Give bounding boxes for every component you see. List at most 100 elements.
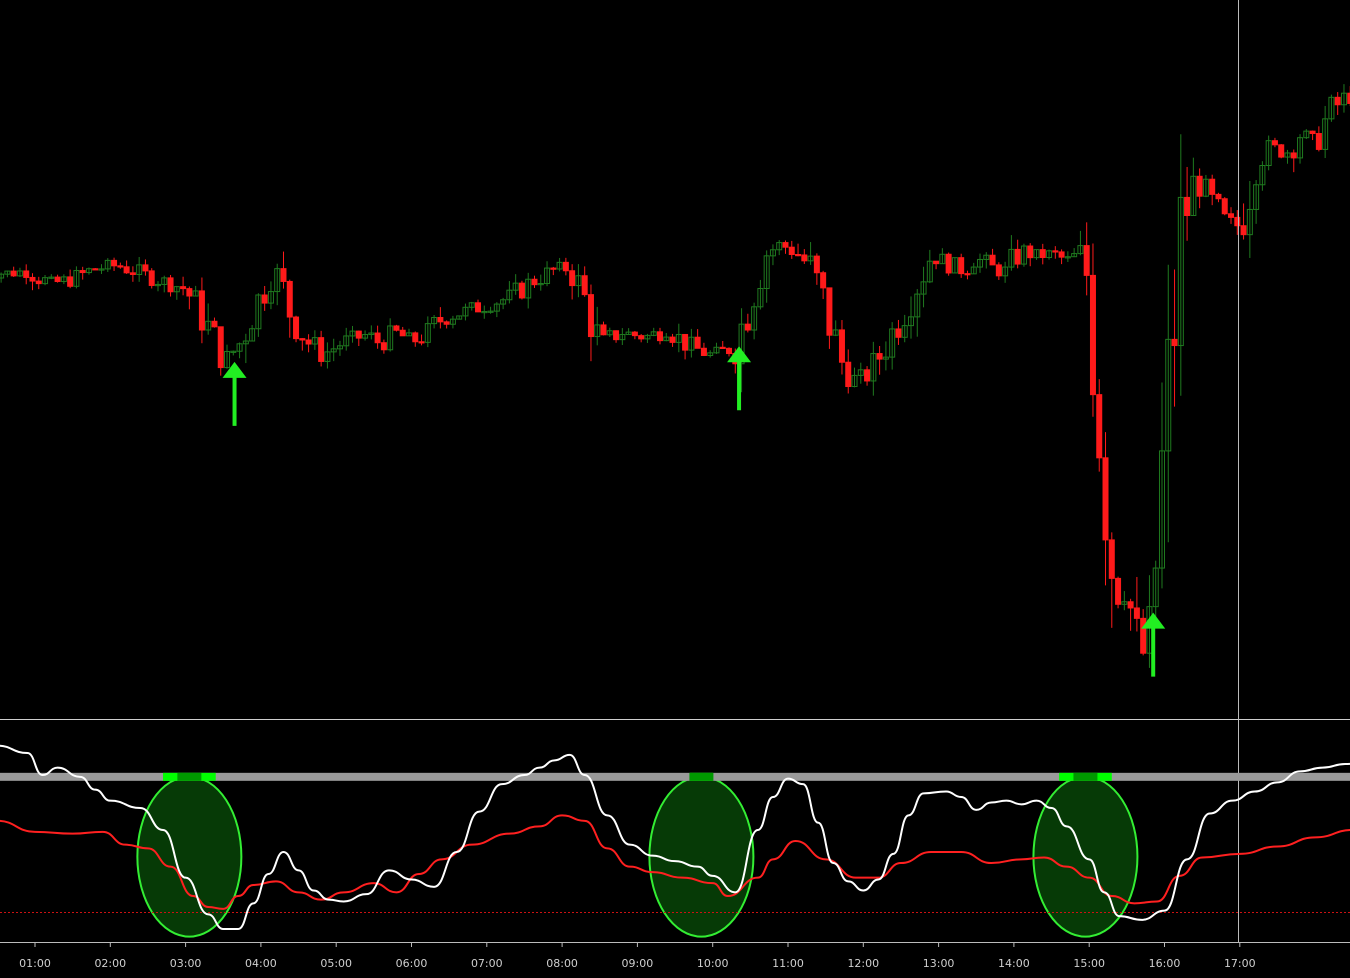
candle-body xyxy=(475,302,482,313)
candle-body xyxy=(1215,193,1222,200)
chart-canvas: 01:00 02:00 03:00 04:00 05:00 06:00 07:00 08:00… xyxy=(0,0,1350,974)
candle-body xyxy=(198,290,205,331)
candle xyxy=(293,315,300,343)
candle-body xyxy=(111,259,118,267)
candle-body xyxy=(1133,607,1140,619)
candle-body xyxy=(1140,617,1147,654)
axis-tick-label: 06:00 xyxy=(396,957,428,970)
candle-body xyxy=(933,260,940,265)
candle xyxy=(148,268,155,289)
axis-tick-label: 12:00 xyxy=(847,957,879,970)
candle-body xyxy=(945,253,952,274)
candle-body xyxy=(1058,251,1065,258)
candle-body xyxy=(92,268,99,271)
candle-body xyxy=(437,316,444,323)
candle-body xyxy=(562,261,569,272)
candle-body xyxy=(694,336,701,349)
candle-body xyxy=(54,276,61,283)
axis-tick-label: 09:00 xyxy=(622,957,654,970)
candle-body xyxy=(1184,196,1191,217)
candle-body xyxy=(995,264,1002,277)
candle-body xyxy=(286,280,293,318)
candle-body xyxy=(838,329,845,363)
axis-tick-label: 04:00 xyxy=(245,957,277,970)
candle-body xyxy=(744,323,751,331)
candle-body xyxy=(1108,539,1115,579)
candle-body xyxy=(180,286,187,290)
band-signal-core xyxy=(689,772,714,781)
candle-body xyxy=(299,338,306,341)
candle-body xyxy=(318,337,325,362)
band-signal-core xyxy=(1073,772,1098,781)
candle-body xyxy=(782,242,789,248)
candle xyxy=(1115,576,1122,609)
candle-body xyxy=(989,254,996,266)
candle-body xyxy=(682,333,689,351)
candle-body xyxy=(380,342,387,351)
candle-body xyxy=(412,332,419,343)
candle-body xyxy=(67,276,74,287)
candle-body xyxy=(293,316,300,340)
candle-body xyxy=(531,278,538,286)
candle-body xyxy=(587,294,594,338)
candle xyxy=(92,267,99,271)
axis-tick-label: 01:00 xyxy=(19,957,51,970)
candle-body xyxy=(1309,130,1316,135)
candle-body xyxy=(876,353,883,360)
candle xyxy=(1221,197,1228,216)
candle-body xyxy=(719,346,726,349)
axis-tick-label: 17:00 xyxy=(1224,957,1256,970)
axis-tick-label: 10:00 xyxy=(697,957,729,970)
candle-body xyxy=(117,265,124,268)
candle-body xyxy=(186,288,193,297)
candle-body xyxy=(1271,140,1278,146)
candle-body xyxy=(1027,245,1034,259)
candle xyxy=(518,280,525,300)
candle-body xyxy=(129,272,136,276)
candle-body xyxy=(1315,133,1322,150)
candle-body xyxy=(845,361,852,388)
candle-body xyxy=(813,255,820,274)
candle-body xyxy=(631,331,638,337)
candle-body xyxy=(656,331,663,342)
candle-body xyxy=(826,287,833,336)
candle-body xyxy=(518,282,525,299)
candle-body xyxy=(123,266,130,274)
candle-body xyxy=(669,336,676,343)
candle-body xyxy=(569,270,576,287)
candle-body xyxy=(1127,601,1134,609)
candle-body xyxy=(443,321,450,325)
candle-body xyxy=(79,270,86,274)
candle-body xyxy=(1196,175,1203,197)
candle-body xyxy=(1102,457,1109,541)
candle-body xyxy=(211,320,218,328)
candle-body xyxy=(1096,394,1103,459)
candle-body xyxy=(10,270,17,277)
candle-body xyxy=(1115,577,1122,605)
axis-tick-label: 15:00 xyxy=(1073,957,1105,970)
candle-body xyxy=(638,335,645,340)
axis-tick-label: 08:00 xyxy=(546,957,578,970)
candle-body xyxy=(1039,249,1046,259)
candle-body xyxy=(958,257,965,275)
candle-body xyxy=(1334,96,1341,106)
candle-body xyxy=(1240,225,1247,236)
candle-body xyxy=(393,325,400,331)
axis-tick-label: 11:00 xyxy=(772,957,804,970)
candle-body xyxy=(581,275,588,296)
candle-body xyxy=(600,324,607,336)
candle-body xyxy=(1234,216,1241,227)
candle-body xyxy=(1278,144,1285,158)
band-signal-core xyxy=(177,772,202,781)
candle-body xyxy=(280,268,287,282)
candle-body xyxy=(305,339,312,345)
axis-tick-label: 07:00 xyxy=(471,957,503,970)
candle-body xyxy=(613,330,620,341)
candle-body xyxy=(23,270,30,278)
axis-tick-label: 03:00 xyxy=(170,957,202,970)
candle-body xyxy=(167,277,174,293)
axis-tick-label: 02:00 xyxy=(94,957,126,970)
candle-body xyxy=(399,329,406,337)
candle-body xyxy=(217,326,224,369)
candle-body xyxy=(1221,198,1228,215)
